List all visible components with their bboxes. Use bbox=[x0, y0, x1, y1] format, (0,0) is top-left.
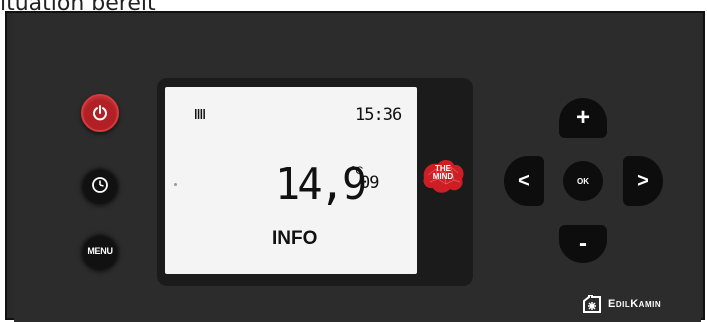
the-mind-line2: MIND bbox=[432, 172, 454, 181]
chevron-right-icon: > bbox=[637, 169, 649, 192]
power-button[interactable] bbox=[81, 94, 119, 132]
clock-icon bbox=[92, 177, 108, 193]
display-dot bbox=[174, 183, 177, 186]
display-mode: INFO bbox=[272, 228, 318, 249]
minus-button[interactable]: - bbox=[559, 225, 607, 263]
signal-bars-icon bbox=[195, 109, 205, 119]
control-panel: MENU 15:36 14,9 °C 09 INFO THE MIND + < … bbox=[5, 11, 705, 322]
power-icon bbox=[93, 105, 107, 121]
menu-button[interactable]: MENU bbox=[81, 232, 119, 270]
plus-button[interactable]: + bbox=[559, 98, 607, 138]
plus-icon: + bbox=[575, 104, 590, 131]
right-button[interactable]: > bbox=[623, 156, 663, 206]
display-time: 15:36 bbox=[355, 105, 402, 125]
lcd-display: 15:36 14,9 °C 09 INFO bbox=[165, 87, 417, 274]
edilkamin-logo-icon bbox=[583, 295, 601, 313]
left-button[interactable]: < bbox=[504, 156, 544, 206]
brand-logo: EdilKamin bbox=[582, 295, 661, 313]
panel-face: MENU 15:36 14,9 °C 09 INFO THE MIND + < … bbox=[14, 13, 701, 322]
ok-button[interactable]: OK bbox=[563, 161, 603, 201]
menu-button-label: MENU bbox=[87, 246, 113, 256]
display-code: 09 bbox=[360, 173, 380, 193]
brand-name: EdilKamin bbox=[608, 298, 662, 310]
chevron-left-icon: < bbox=[518, 169, 530, 192]
ok-button-label: OK bbox=[577, 176, 589, 186]
clock-button[interactable] bbox=[81, 166, 119, 204]
the-mind-text: THE MIND bbox=[418, 165, 468, 181]
minus-icon: - bbox=[579, 230, 587, 257]
